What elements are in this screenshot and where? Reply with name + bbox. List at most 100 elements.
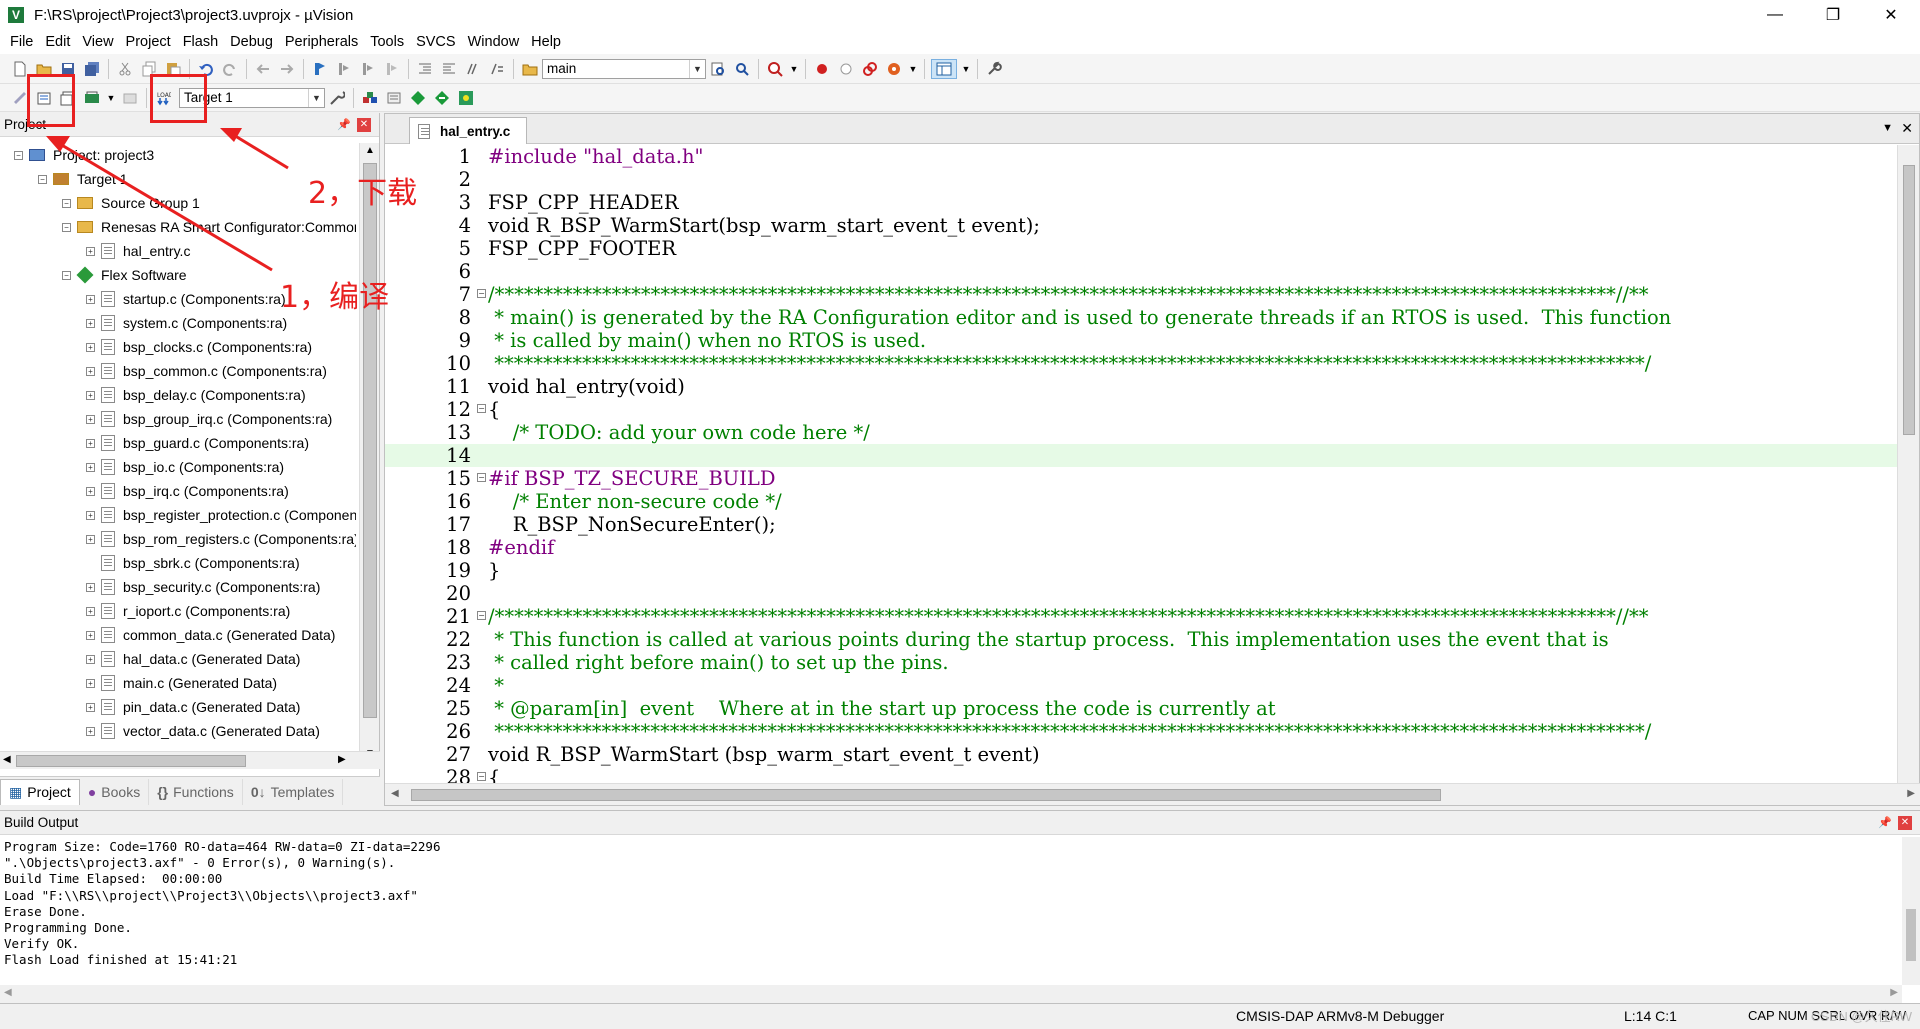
- fold-toggle-icon[interactable]: −: [477, 772, 486, 781]
- code-line[interactable]: 7−/*************************************…: [385, 283, 1897, 306]
- expand-toggle-icon[interactable]: +: [86, 630, 95, 640]
- tree-item[interactable]: + system.c (Components:ra): [86, 311, 287, 335]
- scroll-up-icon[interactable]: ▲: [365, 145, 375, 156]
- menu-help[interactable]: Help: [525, 34, 567, 50]
- bookmark-prev-icon[interactable]: [334, 59, 354, 79]
- menu-view[interactable]: View: [76, 34, 119, 50]
- fold-toggle-icon[interactable]: −: [477, 404, 486, 413]
- pin-icon[interactable]: 📌: [1878, 816, 1892, 829]
- expand-toggle-icon[interactable]: −: [14, 150, 23, 160]
- chevron-down-icon[interactable]: ▼: [961, 59, 971, 79]
- scroll-thumb[interactable]: [16, 755, 246, 767]
- bookmark-icon[interactable]: [310, 59, 330, 79]
- editor-vertical-scrollbar[interactable]: [1897, 145, 1919, 783]
- close-tab-icon[interactable]: ✕: [1901, 120, 1913, 137]
- tree-item[interactable]: + bsp_group_irq.c (Components:ra): [86, 407, 332, 431]
- build-vertical-scrollbar[interactable]: [1902, 837, 1920, 985]
- maximize-button[interactable]: ❐: [1804, 0, 1862, 30]
- expand-toggle-icon[interactable]: +: [86, 462, 95, 472]
- project-vertical-scrollbar[interactable]: ▲ ▼: [359, 143, 379, 761]
- expand-toggle-icon[interactable]: +: [86, 534, 95, 544]
- scroll-right-icon[interactable]: ▶: [1890, 987, 1898, 998]
- menu-svcs[interactable]: SVCS: [410, 34, 462, 50]
- unindent-icon[interactable]: [439, 59, 459, 79]
- manage-rte-icon[interactable]: [408, 88, 428, 108]
- menu-peripherals[interactable]: Peripherals: [279, 34, 364, 50]
- navigate-back-icon[interactable]: [253, 59, 273, 79]
- pin-icon[interactable]: 📌: [337, 118, 351, 131]
- close-button[interactable]: ✕: [1862, 0, 1920, 30]
- scroll-left-icon[interactable]: ◀: [4, 987, 12, 998]
- breakpoint-kill-icon[interactable]: [860, 59, 880, 79]
- code-line[interactable]: 10 *************************************…: [385, 352, 1897, 375]
- tree-item[interactable]: bsp_sbrk.c (Components:ra): [86, 551, 300, 575]
- code-line[interactable]: 16 /* Enter non-secure code */: [385, 490, 1897, 513]
- menu-flash[interactable]: Flash: [177, 34, 224, 50]
- code-line[interactable]: 18 #endif: [385, 536, 1897, 559]
- expand-toggle-icon[interactable]: +: [86, 294, 95, 304]
- manage-project-items-icon[interactable]: [360, 88, 380, 108]
- code-line[interactable]: 22 * This function is called at various …: [385, 628, 1897, 651]
- breakpoint-icon[interactable]: [812, 59, 832, 79]
- bookmark-clear-icon[interactable]: [382, 59, 402, 79]
- scroll-thumb[interactable]: [1903, 165, 1915, 435]
- rte-config-icon[interactable]: [456, 88, 476, 108]
- tab-hal-entry[interactable]: hal_entry.c: [409, 117, 527, 144]
- code-line[interactable]: 5 FSP_CPP_FOOTER: [385, 237, 1897, 260]
- scroll-left-icon[interactable]: ◀: [391, 788, 399, 799]
- expand-toggle-icon[interactable]: +: [86, 678, 95, 688]
- scroll-right-icon[interactable]: ▶: [1907, 788, 1915, 799]
- tree-item[interactable]: − Target 1: [38, 167, 128, 191]
- expand-toggle-icon[interactable]: +: [86, 654, 95, 664]
- code-area[interactable]: 1 #include "hal_data.h" 2 3 FSP_CPP_HEADER 4 v…: [385, 145, 1897, 783]
- editor-horizontal-scrollbar[interactable]: ◀ ▶: [385, 783, 1920, 805]
- minimize-button[interactable]: —: [1746, 0, 1804, 30]
- tree-item[interactable]: − Source Group 1: [62, 191, 200, 215]
- menu-debug[interactable]: Debug: [224, 34, 279, 50]
- code-line[interactable]: 8 * main() is generated by the RA Config…: [385, 306, 1897, 329]
- code-line[interactable]: 2: [385, 168, 1897, 191]
- tree-item[interactable]: + r_ioport.c (Components:ra): [86, 599, 290, 623]
- comment-icon[interactable]: [463, 59, 483, 79]
- expand-toggle-icon[interactable]: [86, 559, 95, 568]
- code-line[interactable]: 6: [385, 260, 1897, 283]
- code-line[interactable]: 26 *************************************…: [385, 720, 1897, 743]
- fold-toggle-icon[interactable]: −: [477, 289, 486, 298]
- code-line[interactable]: 12−{: [385, 398, 1897, 421]
- expand-toggle-icon[interactable]: +: [86, 582, 95, 592]
- tab-books[interactable]: ● Books: [80, 778, 150, 805]
- fold-toggle-icon[interactable]: −: [477, 473, 486, 482]
- configure-icon[interactable]: [984, 59, 1004, 79]
- tree-item[interactable]: + bsp_security.c (Components:ra): [86, 575, 320, 599]
- batch-build-icon[interactable]: [82, 88, 102, 108]
- find-in-files-icon[interactable]: [520, 59, 540, 79]
- tab-list-dropdown-icon[interactable]: ▼: [1882, 122, 1893, 134]
- debug-options-icon[interactable]: [884, 59, 904, 79]
- tree-item[interactable]: + common_data.c (Generated Data): [86, 623, 335, 647]
- find-icon[interactable]: [708, 59, 728, 79]
- expand-toggle-icon[interactable]: +: [86, 246, 95, 256]
- uncomment-icon[interactable]: [487, 59, 507, 79]
- code-line[interactable]: 19}: [385, 559, 1897, 582]
- indent-icon[interactable]: [415, 59, 435, 79]
- pack-installer-icon[interactable]: [432, 88, 452, 108]
- tree-item[interactable]: − Project: project3: [14, 143, 154, 167]
- chevron-down-icon[interactable]: ▼: [106, 88, 116, 108]
- chevron-down-icon[interactable]: ▼: [789, 59, 799, 79]
- debug-session-icon[interactable]: [765, 59, 785, 79]
- tab-project[interactable]: ▦ Project: [0, 778, 80, 805]
- code-line[interactable]: 13 /* TODO: add your own code here */: [385, 421, 1897, 444]
- tree-item[interactable]: + pin_data.c (Generated Data): [86, 695, 300, 719]
- tree-item[interactable]: + vector_data.c (Generated Data): [86, 719, 320, 743]
- code-line[interactable]: 11 void hal_entry(void): [385, 375, 1897, 398]
- expand-toggle-icon[interactable]: −: [62, 222, 71, 232]
- tree-item[interactable]: + startup.c (Components:ra): [86, 287, 286, 311]
- scroll-left-icon[interactable]: ◀: [3, 754, 11, 765]
- expand-toggle-icon[interactable]: +: [86, 510, 95, 520]
- tree-item[interactable]: + bsp_rom_registers.c (Components:ra): [86, 527, 356, 551]
- tree-item[interactable]: + bsp_io.c (Components:ra): [86, 455, 284, 479]
- function-combo[interactable]: main ▼: [542, 58, 706, 79]
- expand-toggle-icon[interactable]: +: [86, 606, 95, 616]
- tree-item[interactable]: − Renesas RA Smart Configurator:Common So…: [62, 215, 356, 239]
- tree-item[interactable]: + bsp_guard.c (Components:ra): [86, 431, 309, 455]
